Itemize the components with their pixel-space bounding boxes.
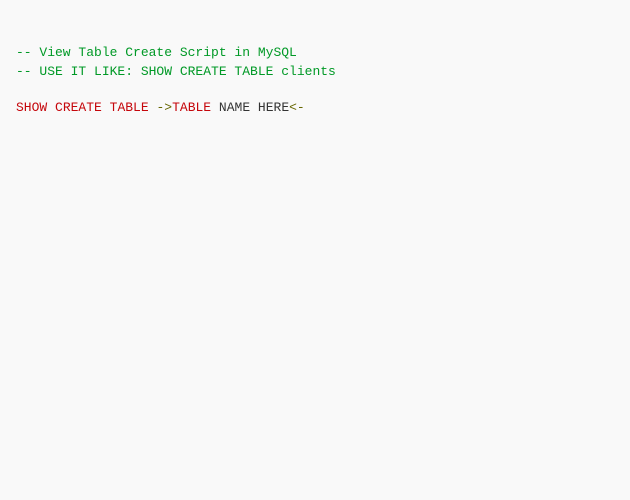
comment-line-1: -- View Table Create Script in MySQL [16,45,297,60]
keyword-table: TABLE [110,100,149,115]
keyword-table-2: TABLE [172,100,211,115]
placeholder-text: NAME HERE [211,100,289,115]
comment-line-2: -- USE IT LIKE: SHOW CREATE TABLE client… [16,64,336,79]
keyword-create: CREATE [55,100,102,115]
keyword-show: SHOW [16,100,47,115]
code-block: -- View Table Create Script in MySQL -- … [16,44,614,117]
arrow-open: -> [156,100,172,115]
arrow-close: <- [289,100,305,115]
